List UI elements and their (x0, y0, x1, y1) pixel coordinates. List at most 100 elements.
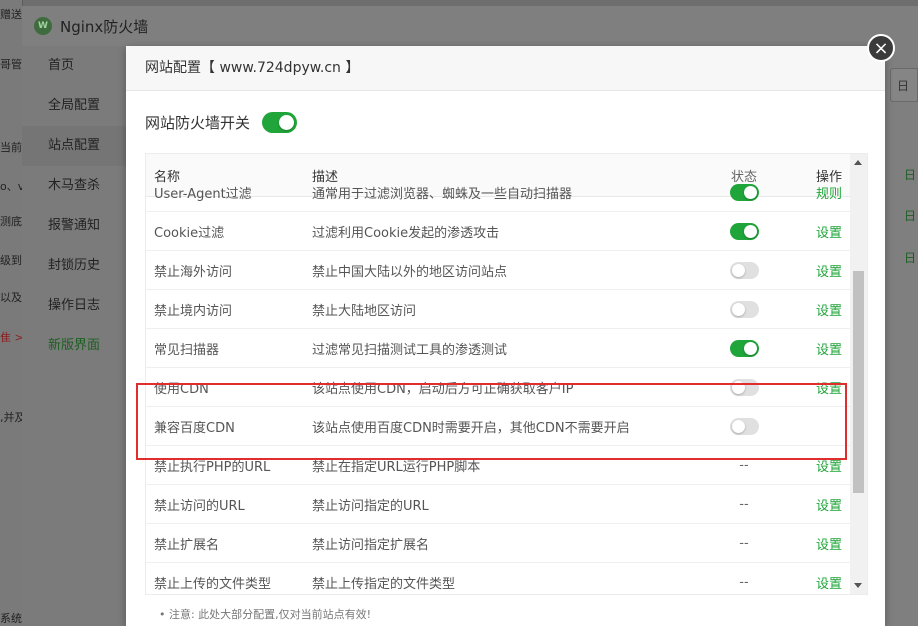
rule-op-link[interactable]: 设置 (816, 460, 842, 475)
nav-item-global-config[interactable]: 全局配置 (22, 86, 126, 126)
bg-fragment: 赠送 (0, 8, 22, 21)
rule-op-link[interactable]: 设置 (816, 226, 842, 241)
rule-name: 兼容百度CDN (154, 420, 235, 436)
rule-op: 设置 (784, 300, 850, 319)
bg-fragment: 系统 (0, 612, 22, 625)
table-row: 禁止上传的文件类型 禁止上传指定的文件类型 -- 设置 (146, 563, 850, 594)
rule-op: 设置 (784, 222, 850, 241)
bg-date-box[interactable]: 日 (890, 68, 918, 102)
rule-desc: 该站点使用百度CDN时需要开启，其他CDN不需要开启 (312, 420, 630, 436)
rule-op-link[interactable]: 设置 (816, 538, 842, 553)
rule-name: 禁止访问的URL (154, 498, 245, 514)
rule-desc: 过滤常见扫描测试工具的渗透测试 (312, 342, 508, 358)
table-row: 禁止海外访问 禁止中国大陆以外的地区访问站点 设置 (146, 251, 850, 290)
bg-row-tag: 日 (904, 168, 917, 182)
nav-item-alerts[interactable]: 报警通知 (22, 206, 126, 246)
rule-op-link[interactable]: 设置 (816, 499, 842, 514)
site-config-modal: 网站配置【 www.724dpyw.cn 】 网站防火墙开关 名称 描述 状态 … (126, 46, 885, 626)
table-row: 禁止访问的URL 禁止访问指定的URL -- 设置 (146, 485, 850, 524)
rule-op-link[interactable]: 规则 (816, 187, 842, 202)
footer-note: • 注意: 此处大部分配置,仅对当前站点有效! (159, 608, 372, 621)
nav-item-new-ui[interactable]: 新版界面 (22, 326, 126, 366)
bg-fragment: 测底 (0, 215, 22, 228)
bg-fragment: ,并及 (0, 411, 22, 424)
bg-fragment: o、v (0, 180, 22, 193)
firewall-titlebar: W Nginx防火墙 (22, 6, 918, 46)
nav-item-operation-log[interactable]: 操作日志 (22, 286, 126, 326)
scroll-down-arrow-icon[interactable] (854, 583, 862, 588)
rule-status: -- (704, 536, 784, 551)
table-row: 禁止境内访问 禁止大陆地区访问 设置 (146, 290, 850, 329)
rule-desc: 禁止大陆地区访问 (312, 303, 417, 319)
rule-desc: 禁止访问指定扩展名 (312, 537, 430, 553)
table-row: 禁止扩展名 禁止访问指定扩展名 -- 设置 (146, 524, 850, 563)
rule-op-link[interactable]: 设置 (816, 382, 842, 397)
firewall-logo-icon: W (34, 17, 52, 35)
modal-title: 网站配置【 www.724dpyw.cn 】 (126, 46, 885, 91)
rule-op: 设置 (784, 378, 850, 397)
rule-status-text: -- (739, 457, 749, 473)
table-row: 使用CDN 该站点使用CDN，启动后方可正确获取客户IP 设置 (146, 368, 850, 407)
table-row: 兼容百度CDN 该站点使用百度CDN时需要开启，其他CDN不需要开启 (146, 407, 850, 446)
rule-desc: 禁止中国大陆以外的地区访问站点 (312, 264, 508, 280)
rule-status-toggle[interactable] (729, 261, 759, 279)
rule-op-link[interactable]: 设置 (816, 304, 842, 319)
rule-status (704, 417, 784, 435)
rule-status: -- (704, 575, 784, 590)
toggle-knob (279, 115, 295, 130)
rule-name: 常见扫描器 (154, 342, 220, 358)
rule-status (704, 261, 784, 279)
rule-name: 禁止海外访问 (154, 264, 233, 280)
rule-desc: 禁止上传指定的文件类型 (312, 576, 456, 592)
rule-status-toggle[interactable] (729, 222, 759, 240)
toggle-knob (731, 380, 745, 394)
bg-fragment: 级到 (0, 254, 22, 267)
rule-status: -- (704, 458, 784, 473)
toggle-knob (731, 419, 745, 433)
table-scrollbar[interactable] (850, 154, 867, 594)
bg-fragment: 隹 > (0, 331, 22, 344)
rule-op: 规则 (784, 183, 850, 202)
toggle-knob (743, 341, 757, 355)
rule-status-text: -- (739, 535, 749, 551)
table-body: User-Agent过滤 通常用于过滤浏览器、蜘蛛及一些自动扫描器 规则 Cookie… (146, 173, 850, 594)
rule-status-toggle[interactable] (729, 378, 759, 396)
nav-item-block-history[interactable]: 封锁历史 (22, 246, 126, 286)
rule-op: 设置 (784, 495, 850, 514)
rule-status-toggle[interactable] (729, 339, 759, 357)
rule-status (704, 183, 784, 201)
rule-status (704, 222, 784, 240)
rule-status (704, 300, 784, 318)
table-row: 禁止执行PHP的URL 禁止在指定URL运行PHP脚本 -- 设置 (146, 446, 850, 485)
table-row: User-Agent过滤 通常用于过滤浏览器、蜘蛛及一些自动扫描器 规则 (146, 173, 850, 212)
bg-fragment: 当前位 (0, 141, 22, 154)
scroll-thumb[interactable] (853, 271, 864, 493)
rule-desc: 该站点使用CDN，启动后方可正确获取客户IP (312, 381, 574, 397)
rule-status-toggle[interactable] (729, 183, 759, 201)
scroll-up-arrow-icon[interactable] (854, 160, 862, 165)
rules-table: 名称 描述 状态 操作 User-Agent过滤 通常用于过滤浏览器、蜘蛛及一些自… (145, 153, 868, 595)
rule-op: 设置 (784, 261, 850, 280)
table-row: Cookie过滤 过滤利用Cookie发起的渗透攻击 设置 (146, 212, 850, 251)
rule-status-toggle[interactable] (729, 417, 759, 435)
rule-op: 设置 (784, 534, 850, 553)
rule-status-text: -- (739, 496, 749, 512)
close-button[interactable]: × (867, 34, 895, 62)
rule-name: 禁止执行PHP的URL (154, 459, 271, 475)
bg-row-tag: 日 (904, 251, 917, 265)
firewall-switch-toggle[interactable] (262, 112, 298, 133)
firewall-switch-row: 网站防火墙开关 (145, 112, 298, 133)
rule-status-toggle[interactable] (729, 300, 759, 318)
rule-op-link[interactable]: 设置 (816, 265, 842, 280)
rule-desc: 过滤利用Cookie发起的渗透攻击 (312, 225, 500, 241)
rule-op-link[interactable]: 设置 (816, 577, 842, 592)
nav-item-trojan-scan[interactable]: 木马查杀 (22, 166, 126, 206)
nav-item-home[interactable]: 首页 (22, 46, 126, 86)
bg-row-tag: 日 (904, 209, 917, 223)
rule-name: 禁止扩展名 (154, 537, 220, 553)
nav-item-site-config[interactable]: 站点配置 (22, 126, 126, 166)
background-left-strip: 赠送 哥管理 当前位 o、v 测底 级到 以及 隹 > ,并及 系统 (0, 0, 23, 626)
rule-status (704, 339, 784, 357)
rule-op-link[interactable]: 设置 (816, 343, 842, 358)
rule-status: -- (704, 497, 784, 512)
